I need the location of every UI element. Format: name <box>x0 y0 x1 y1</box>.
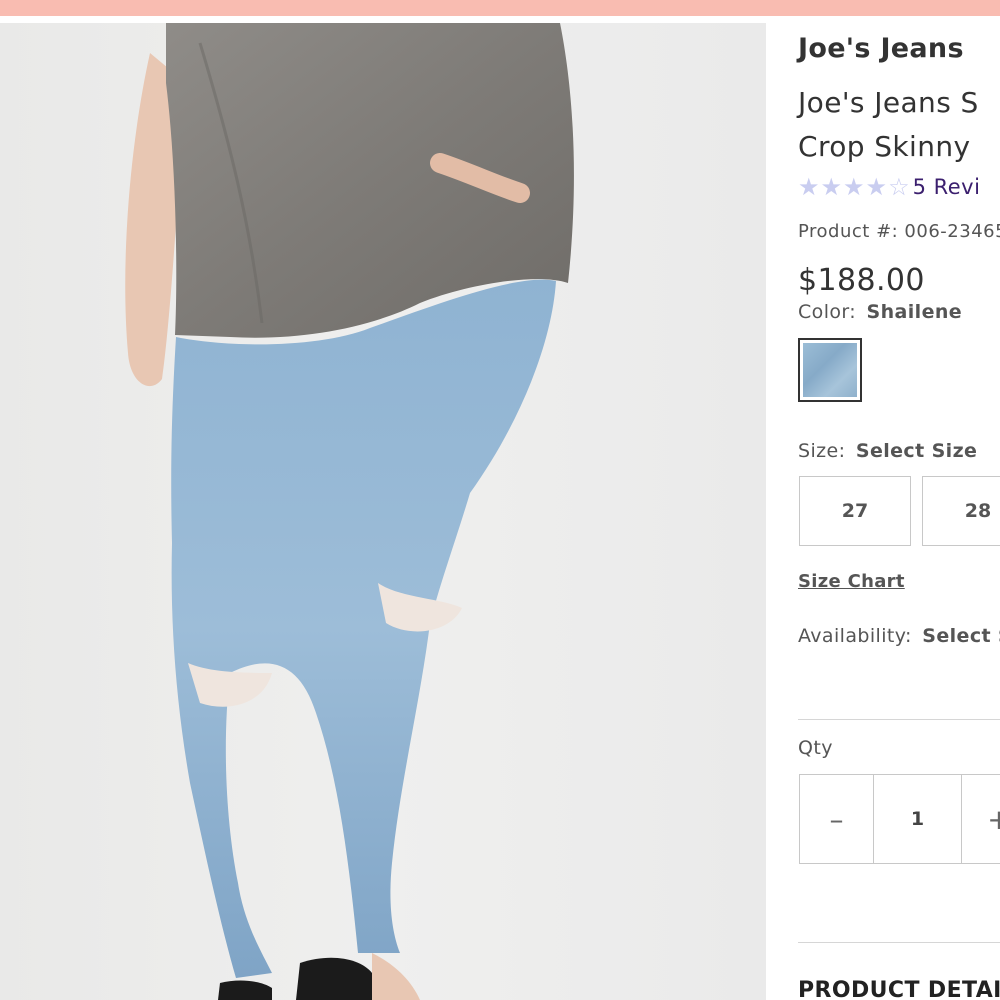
product-photo[interactable] <box>0 23 766 1000</box>
swatch-fill <box>803 343 857 397</box>
product-title: Joe's Jeans S Crop Skinny <box>798 81 1000 169</box>
quantity-label: Qty <box>798 737 833 759</box>
product-title-line-1: Joe's Jeans S <box>798 86 979 119</box>
color-label: Color: <box>798 301 857 323</box>
color-label-row: Color: Shailene <box>798 301 962 323</box>
size-value: Select Size <box>855 440 978 462</box>
product-title-line-2: Crop Skinny <box>798 130 971 163</box>
divider <box>798 719 1000 720</box>
star-icon: ★ <box>865 173 888 201</box>
availability-value: Select S <box>922 625 1000 647</box>
divider <box>798 942 1000 943</box>
size-chart-link[interactable]: Size Chart <box>798 571 905 592</box>
color-swatch-shailene[interactable] <box>798 338 862 402</box>
size-label: Size: <box>798 440 846 462</box>
star-icon: ★ <box>798 173 820 201</box>
quantity-decrease-button[interactable]: – <box>800 775 874 863</box>
quantity-increase-button[interactable]: + <box>962 775 1000 863</box>
availability-label: Availability: <box>798 625 912 647</box>
brand-name[interactable]: Joe's Jeans <box>798 33 964 64</box>
availability-row: Availability: Select S <box>798 625 1000 647</box>
product-info-panel: Joe's Jeans Joe's Jeans S Crop Skinny ★ … <box>766 23 1000 1000</box>
star-outline-icon: ☆ <box>888 173 910 201</box>
size-option-27[interactable]: 27 <box>799 476 911 546</box>
star-icon: ★ <box>843 173 865 201</box>
rating-row[interactable]: ★ ★ ★ ★ ☆ 5 Revi <box>798 175 980 199</box>
size-option-28[interactable]: 28 <box>922 476 1000 546</box>
quantity-input[interactable]: 1 <box>874 775 962 863</box>
product-number: Product #: 006-23465 <box>798 221 1000 242</box>
top-bar-gap <box>0 16 1000 23</box>
star-icon: ★ <box>820 173 843 201</box>
product-photo-illustration <box>0 23 766 1000</box>
color-value: Shailene <box>866 301 963 323</box>
size-label-row: Size: Select Size <box>798 440 977 462</box>
price: $188.00 <box>798 263 925 298</box>
reviews-link[interactable]: 5 Revi <box>913 175 981 199</box>
quantity-stepper: – 1 + <box>799 774 1000 864</box>
top-accent-bar <box>0 0 1000 16</box>
product-details-heading[interactable]: PRODUCT DETAIL <box>798 978 1000 1000</box>
